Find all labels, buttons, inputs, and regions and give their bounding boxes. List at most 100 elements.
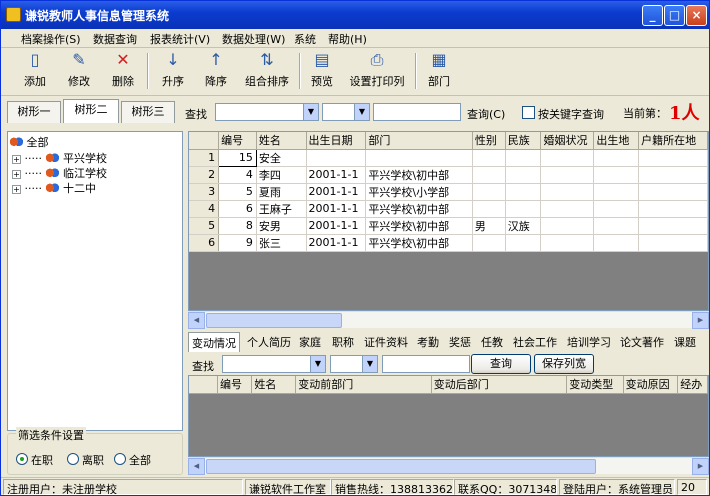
cell-birth[interactable] (306, 149, 367, 167)
sort-descending-button[interactable]: ↑ 降序 (200, 51, 232, 93)
cell-dept[interactable]: 平兴学校\初中部 (365, 166, 473, 184)
cell-domicile[interactable] (638, 217, 708, 235)
cell-id[interactable]: 6 (218, 200, 257, 218)
cell-name[interactable]: 王麻子 (256, 200, 307, 218)
cell-domicile[interactable] (638, 149, 708, 167)
save-column-width-button[interactable]: 保存列宽 (534, 354, 594, 374)
staff-grid-hscrollbar[interactable]: ◀ ▶ (188, 311, 709, 329)
table-row[interactable]: 5 8 安男 2001-1-1 平兴学校\初中部 男 汉族 (189, 217, 708, 235)
column-header[interactable]: 变动类型 (566, 376, 624, 394)
scroll-left-icon[interactable]: ◀ (188, 458, 205, 475)
cell-domicile[interactable] (638, 166, 708, 184)
cell-id[interactable]: 9 (218, 234, 257, 252)
keyword-checkbox[interactable] (522, 106, 535, 119)
column-header[interactable]: 婚姻状况 (540, 132, 595, 150)
scroll-thumb[interactable] (206, 459, 596, 474)
menu-report[interactable]: 报表统计(V) (150, 31, 210, 47)
column-header[interactable]: 经办 (677, 376, 708, 394)
search-operator-combo[interactable]: ▼ (322, 103, 370, 121)
tab-title[interactable]: 职称 (332, 334, 354, 350)
cell-name[interactable]: 安全 (256, 149, 307, 167)
cell-domicile[interactable] (638, 234, 708, 252)
cell-dept[interactable]: 平兴学校\初中部 (365, 217, 473, 235)
tab-changes[interactable]: 变动情况 (188, 332, 240, 352)
column-header[interactable]: 姓名 (251, 376, 297, 394)
column-header[interactable]: 户籍所在地 (638, 132, 708, 150)
tab-teaching[interactable]: 任教 (481, 334, 503, 350)
print-columns-button[interactable]: ⎙ 设置打印列 (347, 51, 407, 93)
cell-id[interactable]: 4 (218, 166, 257, 184)
maximize-button[interactable]: □ (664, 5, 685, 26)
cell-birthplace[interactable] (593, 200, 640, 218)
cell-id[interactable]: 8 (218, 217, 257, 235)
edit-button[interactable]: ✎ 修改 (63, 51, 95, 93)
cell-domicile[interactable] (638, 183, 708, 201)
cell-sex[interactable] (472, 183, 506, 201)
column-header[interactable]: 姓名 (256, 132, 307, 150)
column-header[interactable]: 性别 (472, 132, 506, 150)
tab-training[interactable]: 培训学习 (567, 334, 611, 350)
cell-marital[interactable] (540, 149, 595, 167)
cell-id[interactable]: 5 (218, 183, 257, 201)
sub-search-field-combo[interactable]: ▼ (222, 355, 326, 373)
cell-sex[interactable] (472, 149, 506, 167)
cell-nation[interactable] (505, 200, 542, 218)
cell-id[interactable]: 15 (218, 148, 257, 167)
tab-projects[interactable]: 课题 (674, 334, 696, 350)
menu-archive[interactable]: 档案操作(S) (21, 31, 81, 47)
column-header[interactable]: 出生地 (593, 132, 640, 150)
menu-help[interactable]: 帮助(H) (328, 31, 367, 47)
filter-radio-left[interactable] (67, 453, 79, 465)
cell-name[interactable]: 张三 (256, 234, 307, 252)
cell-dept[interactable]: 平兴学校\初中部 (365, 234, 473, 252)
column-header[interactable]: 变动前部门 (295, 376, 432, 394)
column-header[interactable]: 编号 (218, 132, 257, 150)
filter-radio-all[interactable] (114, 453, 126, 465)
cell-nation[interactable]: 汉族 (505, 217, 542, 235)
cell-marital[interactable] (540, 217, 595, 235)
cell-name[interactable]: 李四 (256, 166, 307, 184)
expand-icon[interactable]: + (12, 184, 21, 194)
table-row[interactable]: 3 5 夏雨 2001-1-1 平兴学校\小学部 (189, 183, 708, 201)
sub-search-input[interactable] (382, 355, 470, 373)
table-row[interactable]: 1 15 安全 (189, 148, 708, 167)
cell-sex[interactable] (472, 234, 506, 252)
column-header[interactable]: 编号 (217, 376, 253, 394)
scroll-thumb[interactable] (206, 313, 342, 328)
menu-data-process[interactable]: 数据处理(W) (222, 31, 285, 47)
cell-nation[interactable] (505, 149, 542, 167)
cell-birth[interactable]: 2001-1-1 (306, 183, 367, 201)
tree-node-school[interactable]: + ····· 平兴学校 (12, 150, 107, 166)
close-button[interactable]: × (686, 5, 707, 26)
cell-marital[interactable] (540, 166, 595, 184)
cell-sex[interactable] (472, 200, 506, 218)
preview-button[interactable]: ▤ 预览 (306, 51, 338, 93)
tab-papers[interactable]: 论文著作 (620, 334, 664, 350)
tree-node-root[interactable]: 全部 (9, 134, 49, 150)
sub-query-button[interactable]: 查询 (471, 354, 531, 374)
cell-marital[interactable] (540, 234, 595, 252)
cell-birth[interactable]: 2001-1-1 (306, 234, 367, 252)
tab-social-work[interactable]: 社会工作 (513, 334, 557, 350)
cell-dept[interactable]: 平兴学校\初中部 (365, 200, 473, 218)
cell-birth[interactable]: 2001-1-1 (306, 217, 367, 235)
department-button[interactable]: ▦ 部门 (423, 51, 455, 93)
scroll-right-icon[interactable]: ▶ (692, 458, 709, 475)
minimize-button[interactable]: _ (642, 5, 663, 26)
changes-grid-hscrollbar[interactable]: ◀ ▶ (188, 457, 709, 475)
cell-domicile[interactable] (638, 200, 708, 218)
cell-marital[interactable] (540, 200, 595, 218)
scroll-left-icon[interactable]: ◀ (188, 312, 205, 329)
combo-sort-button[interactable]: ⇅ 组合排序 (242, 51, 292, 93)
delete-button[interactable]: ✕ 删除 (107, 51, 139, 93)
sort-ascending-button[interactable]: ↓ 升序 (157, 51, 189, 93)
cell-birthplace[interactable] (593, 166, 640, 184)
cell-name[interactable]: 夏雨 (256, 183, 307, 201)
sub-search-operator-combo[interactable]: ▼ (330, 355, 378, 373)
cell-nation[interactable] (505, 183, 542, 201)
tab-tree-1[interactable]: 树形一 (7, 101, 61, 123)
tab-family[interactable]: 家庭 (299, 334, 321, 350)
tab-resume[interactable]: 个人简历 (247, 334, 291, 350)
add-button[interactable]: ▯ 添加 (19, 51, 51, 93)
table-row[interactable]: 6 9 张三 2001-1-1 平兴学校\初中部 (189, 234, 708, 252)
